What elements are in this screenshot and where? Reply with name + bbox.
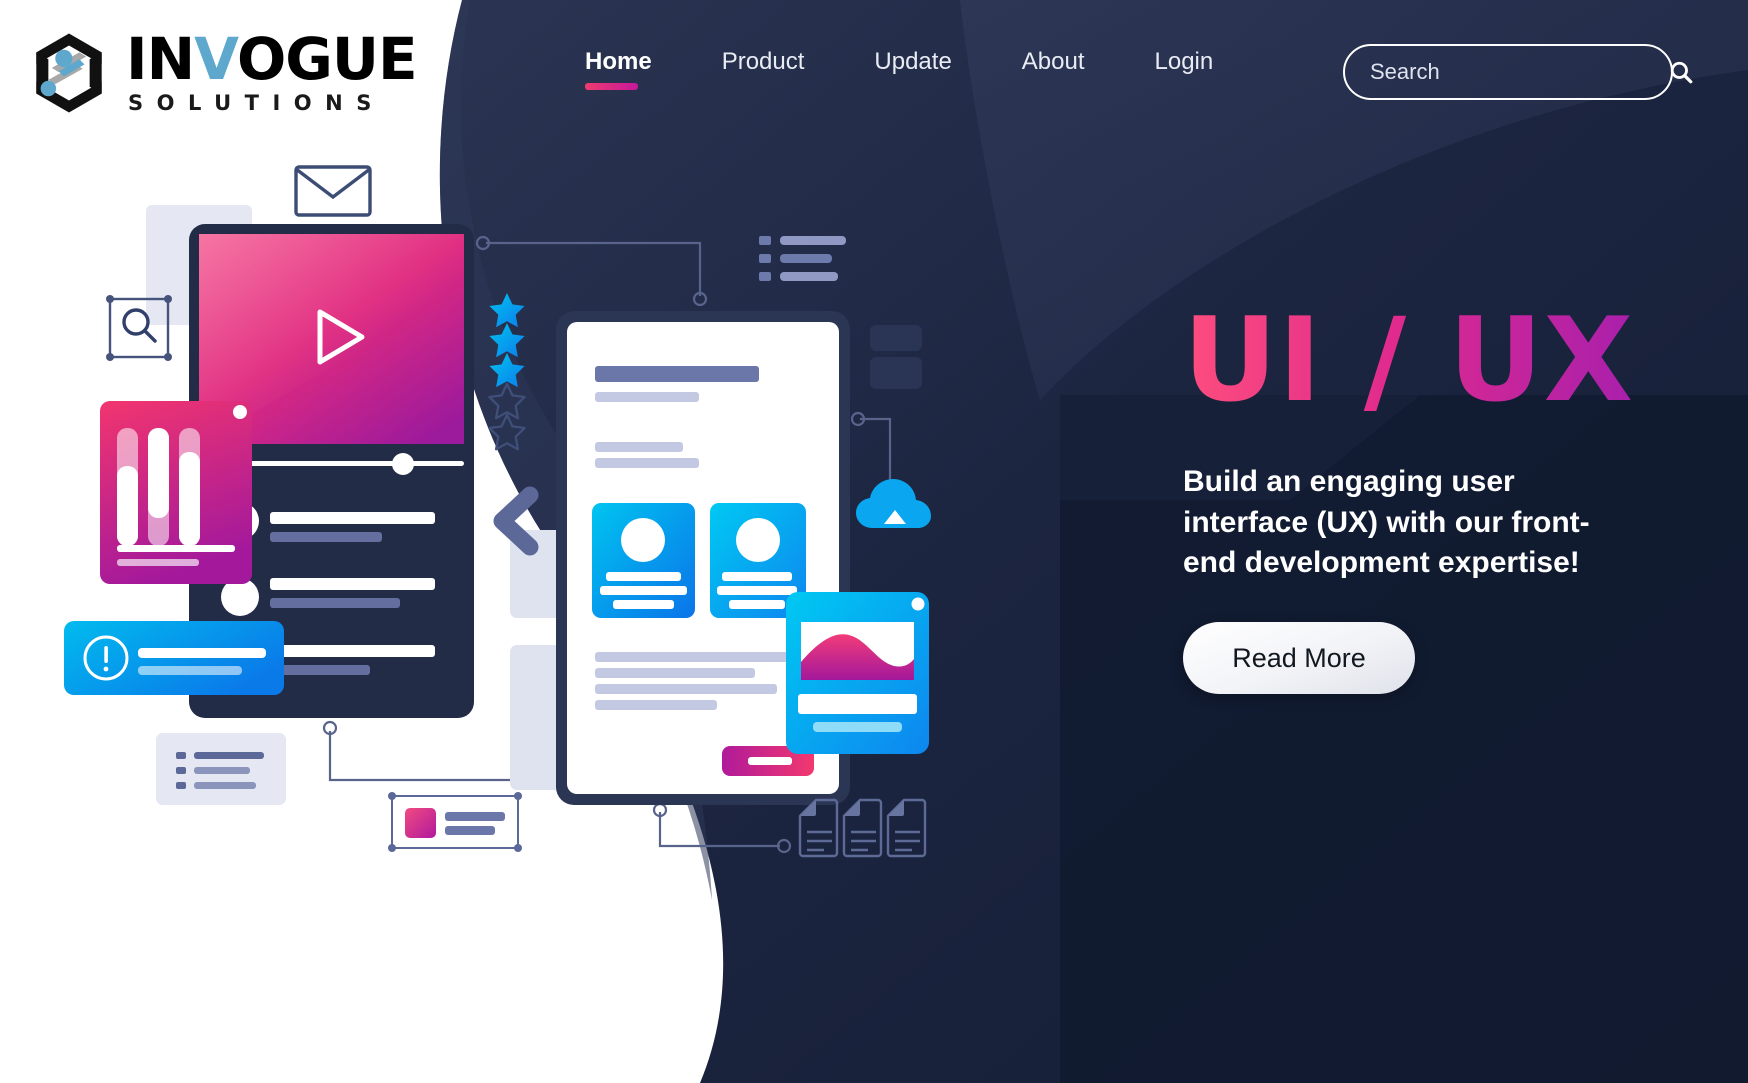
nav-item-update[interactable]: Update (874, 48, 951, 90)
nav-item-update-label: Update (874, 48, 952, 75)
nav-item-product[interactable]: Product (722, 48, 805, 90)
star-filled (489, 293, 525, 328)
logo-mark-icon (36, 33, 102, 113)
star-filled (489, 323, 525, 358)
envelope-icon (294, 165, 372, 217)
blue-chart-widget (786, 592, 929, 754)
read-more-button[interactable]: Read More (1183, 622, 1415, 695)
pink-bar-chart-card (100, 401, 252, 584)
thumbnail-card (388, 792, 522, 852)
nav-item-product-label: Product (721, 48, 805, 75)
brand-name-pre: IN (126, 25, 195, 94)
nav-item-login-label: Login (1154, 48, 1214, 75)
brand-name: INVOGUE (126, 30, 418, 88)
list-card (156, 733, 286, 805)
hero-description: Build an engaging user interface (UX) wi… (1183, 464, 1590, 580)
cloud-upload-icon (856, 479, 931, 528)
star-empty (488, 382, 526, 420)
star-empty (488, 413, 526, 451)
slider-thumb (392, 453, 414, 475)
nav-active-underline (585, 83, 638, 90)
brand-logo[interactable]: INVOGUE SOLUTIONS (26, 30, 418, 116)
hero-illustration (0, 0, 1060, 1083)
page-title: UI / UX (1183, 300, 1653, 422)
search-input[interactable] (1370, 59, 1658, 85)
back-chevron-icon (493, 486, 539, 556)
brand-tagline: SOLUTIONS (128, 90, 385, 115)
search-icon[interactable] (1668, 59, 1694, 85)
main-navigation: Home Product Update About Login (585, 48, 1213, 90)
nav-item-about-label: About (1021, 48, 1085, 75)
star-filled (489, 353, 525, 388)
hero-section: UI / UX Build an engaging user interface… (1183, 300, 1653, 695)
search-bar[interactable] (1343, 44, 1693, 100)
document-icons (798, 798, 927, 858)
brand-wordmark: INVOGUE SOLUTIONS (126, 30, 418, 115)
blue-alert-card (64, 621, 284, 695)
nav-item-login[interactable]: Login (1155, 48, 1214, 90)
brand-name-post: OGUE (237, 25, 418, 94)
site-header: INVOGUE SOLUTIONS Home Product Update Ab… (0, 0, 1748, 140)
dark-widgets (870, 325, 922, 389)
nav-item-home[interactable]: Home (585, 48, 652, 90)
page-root: INVOGUE SOLUTIONS Home Product Update Ab… (0, 0, 1748, 1083)
list-card-dark (759, 236, 846, 281)
brand-name-v: V (194, 25, 238, 94)
star-rating (488, 293, 526, 451)
profile-card-left (592, 503, 695, 618)
nav-item-about[interactable]: About (1022, 48, 1085, 90)
nav-item-home-label: Home (585, 48, 652, 75)
